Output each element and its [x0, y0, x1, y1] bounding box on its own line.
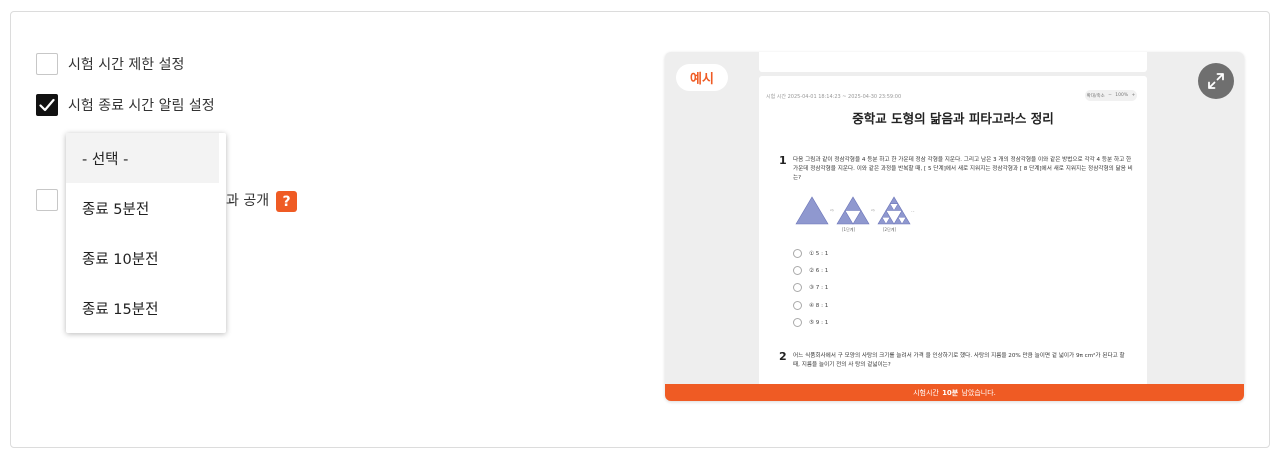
expand-button[interactable]: [1198, 63, 1234, 99]
svg-text:…: …: [911, 208, 915, 214]
banner-highlight: 10분: [942, 388, 959, 397]
dropdown-option[interactable]: 종료 10분전: [66, 233, 226, 283]
exam-time-range: 시험 시간 2025-04-01 18:14:23 ~ 2025-04-30 2…: [766, 94, 902, 100]
zoom-minus-button: −: [1108, 93, 1112, 98]
choice-radio[interactable]: [793, 301, 802, 310]
help-icon[interactable]: ?: [276, 191, 297, 212]
zoom-value: 100%: [1115, 93, 1129, 98]
question-text: 어느 식품회사에서 구 모양의 사탕의 크기를 늘려서 가격 을 인상하기로 했…: [793, 353, 1125, 368]
end-alert-option[interactable]: 시험 종료 시간 알림 설정: [36, 94, 215, 116]
choice-radio[interactable]: [793, 266, 802, 275]
expand-icon: [1208, 73, 1224, 89]
end-alert-label: 시험 종료 시간 알림 설정: [68, 98, 215, 114]
sierpinski-figure: ⇨ ⇨ …: [795, 196, 916, 225]
choice-label: ⑤ 9 : 1: [809, 319, 829, 326]
svg-text:⇨: ⇨: [871, 208, 875, 214]
choice-radio[interactable]: [793, 249, 802, 258]
answer-choice[interactable]: ③ 7 : 1: [793, 283, 828, 292]
choice-radio[interactable]: [793, 283, 802, 292]
check-icon: [39, 98, 55, 112]
answer-choice[interactable]: ① 5 : 1: [793, 249, 828, 258]
end-alert-checkbox[interactable]: [36, 94, 58, 116]
example-badge: 예시: [676, 64, 728, 91]
exam-title: 중학교 도형의 닮음과 피타고라스 정리: [852, 111, 1054, 126]
result-public-checkbox[interactable]: [36, 189, 58, 211]
result-public-label: 과 공개: [226, 193, 270, 209]
choice-label: ② 6 : 1: [809, 267, 829, 274]
triangle-figures: ⇨ ⇨ … [1단계] [2단계]: [795, 194, 916, 234]
choice-label: ① 5 : 1: [809, 250, 829, 257]
exam-preview: 시험 시간 2025-04-01 18:14:23 ~ 2025-04-30 2…: [665, 52, 1244, 401]
question-number: 2: [779, 350, 787, 363]
answer-choice[interactable]: ④ 8 : 1: [793, 301, 828, 310]
time-remaining-banner: 시험시간 10분 남았습니다.: [665, 384, 1244, 401]
exam-paper: 시험 시간 2025-04-01 18:14:23 ~ 2025-04-30 2…: [759, 76, 1147, 386]
alert-time-dropdown[interactable]: - 선택 - 종료 5분전 종료 10분전 종료 15분전: [66, 133, 226, 333]
choice-label: ③ 7 : 1: [809, 284, 829, 291]
dropdown-option[interactable]: - 선택 -: [66, 133, 219, 183]
time-limit-checkbox[interactable]: [36, 53, 58, 75]
answer-choice[interactable]: ⑤ 9 : 1: [793, 318, 828, 327]
dropdown-option[interactable]: 종료 15분전: [66, 283, 226, 333]
figure-caption: [2단계]: [883, 227, 897, 232]
paper-edge: [759, 52, 1147, 72]
time-limit-label: 시험 시간 제한 설정: [68, 57, 185, 73]
choice-radio[interactable]: [793, 318, 802, 327]
svg-text:⇨: ⇨: [830, 208, 834, 214]
banner-suffix: 남았습니다.: [961, 388, 996, 397]
banner-prefix: 시험시간: [913, 388, 939, 397]
dropdown-option[interactable]: 종료 5분전: [66, 183, 226, 233]
question-number: 1: [779, 154, 787, 167]
zoom-label: 확대/축소: [1086, 93, 1105, 99]
zoom-plus-button: +: [1131, 93, 1136, 98]
figure-caption: [1단계]: [842, 227, 856, 232]
time-limit-option[interactable]: 시험 시간 제한 설정: [36, 53, 184, 75]
answer-choice[interactable]: ② 6 : 1: [793, 266, 828, 275]
choice-label: ④ 8 : 1: [809, 302, 829, 309]
question-text: 다음 그림과 같이 정삼각형을 4 등분 하고 한 가운데 정삼 각형을 지운다…: [793, 157, 1133, 181]
zoom-control: 확대/축소 − 100% +: [1085, 90, 1137, 101]
